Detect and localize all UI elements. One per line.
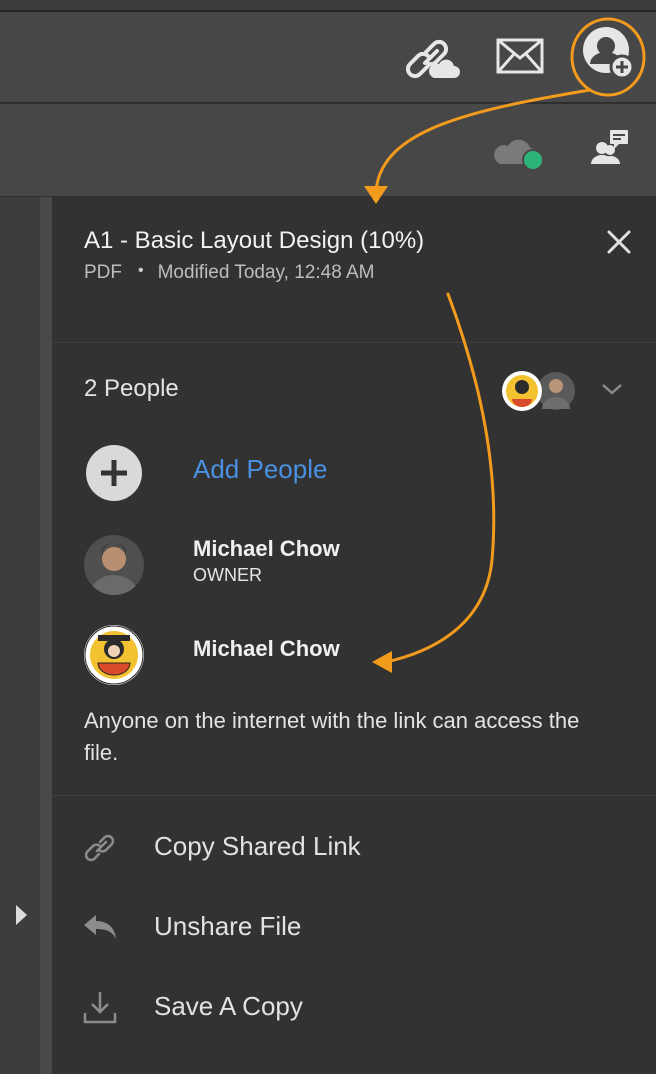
member-name: Michael Chow xyxy=(193,636,340,661)
member-avatar-stack xyxy=(500,369,580,413)
caret-right-icon xyxy=(16,905,27,925)
copy-shared-link-button[interactable]: Copy Shared Link xyxy=(52,813,656,877)
file-meta: PDF • Modified Today, 12:48 AM xyxy=(84,262,375,284)
cloud-status-button[interactable] xyxy=(494,132,546,172)
member-name: Michael Chow xyxy=(193,536,340,561)
expand-panel-button[interactable] xyxy=(14,904,28,931)
add-user-icon xyxy=(583,27,635,80)
owner-avatar-photo xyxy=(84,535,144,595)
save-a-copy-label: Save A Copy xyxy=(154,991,303,1021)
file-title: A1 - Basic Layout Design (10%) xyxy=(84,227,425,254)
file-modified: Modified Today, 12:48 AM xyxy=(157,262,375,283)
ramen-avatar-graphic xyxy=(84,625,144,685)
avatar-2-mini xyxy=(537,372,575,410)
envelope-icon xyxy=(496,38,544,74)
secondary-toolbar xyxy=(0,104,656,197)
divider xyxy=(52,795,656,796)
meta-separator: • xyxy=(138,262,144,279)
share-panel: A1 - Basic Layout Design (10%) PDF • Modif… xyxy=(52,197,656,1074)
add-people-circle-button[interactable] xyxy=(86,445,142,501)
comments-button[interactable] xyxy=(588,128,632,168)
download-icon xyxy=(83,992,117,1024)
avatar xyxy=(84,535,144,595)
unshare-file-label: Unshare File xyxy=(154,911,302,941)
email-button[interactable] xyxy=(496,36,544,76)
save-a-copy-button[interactable]: Save A Copy xyxy=(52,973,656,1037)
access-notice: Anyone on the internet with the link can… xyxy=(84,708,580,765)
window-top-strip xyxy=(0,0,656,12)
close-button[interactable] xyxy=(604,227,634,257)
comment-people-icon xyxy=(591,130,628,164)
chevron-down-icon xyxy=(602,384,622,395)
unshare-file-button[interactable]: Unshare File xyxy=(52,893,656,957)
share-link-button[interactable] xyxy=(404,30,460,82)
divider xyxy=(52,342,656,343)
file-type: PDF xyxy=(84,262,122,283)
left-rail-divider xyxy=(40,197,52,1074)
link-icon xyxy=(84,834,115,862)
close-icon xyxy=(607,230,631,254)
expand-people-button[interactable] xyxy=(600,381,624,402)
member-role: OWNER xyxy=(193,565,262,585)
reply-icon xyxy=(84,915,116,939)
people-count: 2 People xyxy=(84,375,179,402)
left-rail xyxy=(0,197,40,1074)
avatar xyxy=(84,625,144,685)
avatar-1-mini xyxy=(502,371,542,411)
invite-people-button[interactable] xyxy=(580,24,636,80)
top-toolbar xyxy=(0,12,656,104)
cloud-sync-icon xyxy=(494,139,544,171)
link-cloud-icon xyxy=(405,39,460,79)
plus-icon xyxy=(101,460,127,486)
copy-shared-link-label: Copy Shared Link xyxy=(154,831,361,861)
add-people-link[interactable]: Add People xyxy=(193,454,327,485)
